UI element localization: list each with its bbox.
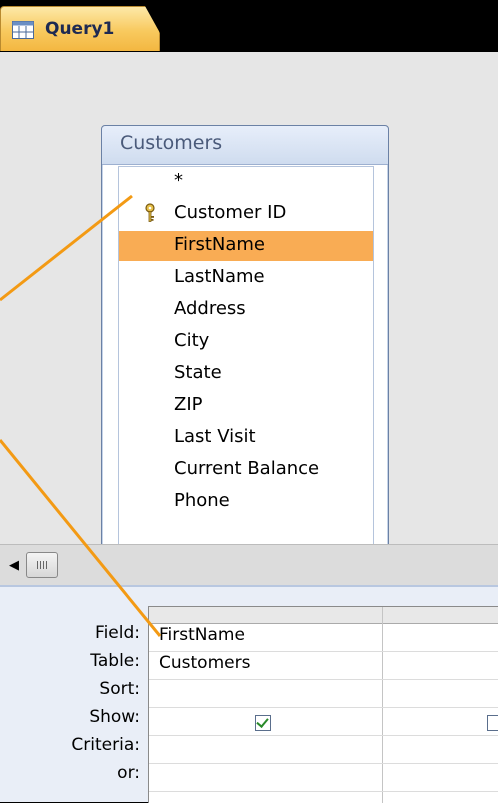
field-label: Phone bbox=[174, 490, 230, 511]
query-design-grid[interactable]: FirstName Customers bbox=[148, 606, 498, 803]
grip-line bbox=[46, 561, 47, 569]
grip-line bbox=[43, 561, 44, 569]
field-item-all[interactable]: * bbox=[119, 167, 373, 197]
field-label: City bbox=[174, 330, 210, 351]
field-item-lastname[interactable]: LastName bbox=[119, 263, 373, 293]
show-checkbox-2[interactable] bbox=[487, 715, 498, 731]
grip-line bbox=[37, 561, 38, 569]
show-checkbox-1[interactable] bbox=[255, 715, 271, 731]
field-item-customer-id[interactable]: Customer ID bbox=[119, 199, 373, 229]
column-selector-bar[interactable] bbox=[149, 607, 498, 624]
field-item-firstname[interactable]: FirstName bbox=[119, 231, 373, 261]
column-divider bbox=[382, 607, 383, 803]
row-label-show: Show: bbox=[89, 707, 140, 727]
table-cell-1[interactable]: Customers bbox=[159, 653, 250, 673]
field-label: Last Visit bbox=[174, 426, 256, 447]
primary-key-icon bbox=[145, 203, 155, 222]
field-label: Current Balance bbox=[174, 458, 320, 479]
document-tab-bar: Query1 bbox=[0, 0, 498, 52]
field-item-address[interactable]: Address bbox=[119, 295, 373, 325]
field-item-phone[interactable]: Phone bbox=[119, 487, 373, 517]
field-label: LastName bbox=[174, 266, 265, 287]
field-label: State bbox=[174, 362, 222, 383]
row-label-sort: Sort: bbox=[99, 679, 140, 699]
query-icon bbox=[12, 21, 34, 39]
query-design-pane: Customers * Customer ID FirstName LastNa… bbox=[0, 52, 498, 567]
row-label-table: Table: bbox=[90, 651, 140, 671]
field-label: Customer ID bbox=[174, 202, 287, 223]
field-label: ZIP bbox=[174, 394, 203, 415]
grip-line bbox=[40, 561, 41, 569]
horizontal-scrollbar[interactable]: ◀ bbox=[0, 544, 498, 585]
tab-label: Query1 bbox=[45, 19, 115, 39]
field-label: FirstName bbox=[174, 234, 265, 255]
row-label-criteria: Criteria: bbox=[71, 735, 140, 755]
row-label-field: Field: bbox=[95, 623, 140, 643]
design-grid-pane: Field: Table: Sort: Show: Criteria: or: … bbox=[0, 585, 498, 803]
row-label-or: or: bbox=[117, 763, 140, 783]
field-item-current-balance[interactable]: Current Balance bbox=[119, 455, 373, 485]
scrollbar-thumb[interactable] bbox=[26, 552, 58, 578]
row-divider bbox=[149, 707, 498, 708]
field-item-city[interactable]: City bbox=[119, 327, 373, 357]
field-label: * bbox=[174, 170, 183, 191]
row-divider bbox=[149, 735, 498, 736]
row-divider bbox=[149, 791, 498, 792]
field-item-last-visit[interactable]: Last Visit bbox=[119, 423, 373, 453]
table-title-bar[interactable]: Customers bbox=[102, 126, 388, 165]
table-field-list-window[interactable]: Customers * Customer ID FirstName LastNa… bbox=[101, 125, 389, 567]
field-list[interactable]: * Customer ID FirstName LastName Address… bbox=[118, 166, 374, 558]
field-cell-1[interactable]: FirstName bbox=[159, 625, 245, 645]
table-name: Customers bbox=[120, 132, 223, 154]
row-divider bbox=[149, 763, 498, 764]
tab-query1[interactable]: Query1 bbox=[0, 6, 160, 51]
field-item-state[interactable]: State bbox=[119, 359, 373, 389]
scroll-left-arrow-icon[interactable]: ◀ bbox=[9, 558, 19, 573]
row-divider bbox=[149, 651, 498, 652]
field-item-zip[interactable]: ZIP bbox=[119, 391, 373, 421]
field-label: Address bbox=[174, 298, 246, 319]
row-divider bbox=[149, 679, 498, 680]
